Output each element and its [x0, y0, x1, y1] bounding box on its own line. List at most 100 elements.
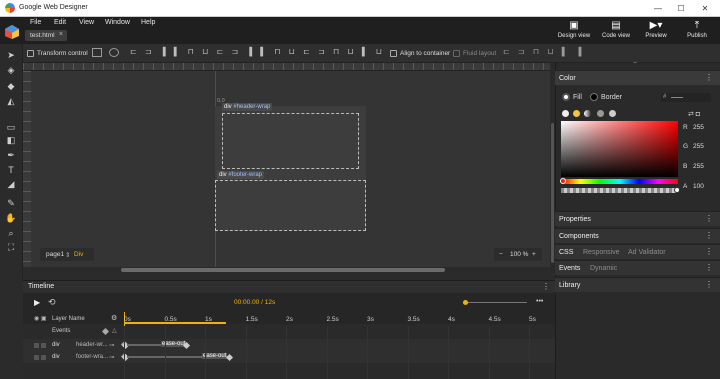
color-panel-header[interactable]: Color ⋮ — [555, 70, 720, 85]
transform-control-checkbox[interactable] — [27, 50, 34, 57]
top-ruler[interactable] — [23, 63, 550, 71]
header-wrap-element[interactable] — [222, 113, 359, 169]
zoom-in-button[interactable]: + — [532, 251, 536, 258]
timeline-zoom-handle[interactable] — [463, 300, 468, 305]
hue-slider[interactable] — [561, 179, 678, 184]
components-menu-icon[interactable]: ⋮ — [705, 231, 713, 240]
keyframe-end[interactable] — [225, 353, 234, 362]
hand-tool-icon[interactable]: ✋ — [5, 212, 17, 224]
layer-name[interactable]: header-wr... — [76, 342, 108, 348]
layer-name[interactable]: footer-wra... — [76, 354, 108, 360]
red-value[interactable]: 255 — [693, 124, 704, 131]
maximize-button[interactable]: ☐ — [674, 3, 688, 14]
design-view-button[interactable]: ▣ Design view — [557, 20, 591, 39]
preview-button[interactable]: ▶▾ Preview — [642, 20, 670, 39]
tag-tool-icon[interactable]: ▭ — [5, 121, 17, 133]
timeline-menu-icon[interactable]: ⋮ — [542, 282, 550, 291]
paint-bucket-tool-icon[interactable]: ◢ — [5, 178, 17, 190]
fill-swatch-icon[interactable] — [562, 93, 570, 101]
menu-edit[interactable]: Edit — [54, 19, 66, 26]
timeline-layer-row-footer[interactable]: div footer-wra... ⊸ ease-out — [23, 351, 555, 363]
tab-dynamic[interactable]: Dynamic — [590, 265, 617, 272]
timeline-options-icon[interactable]: ••• — [536, 298, 543, 305]
tab-responsive[interactable]: Responsive — [583, 249, 620, 256]
border-swatch-icon[interactable] — [590, 93, 598, 101]
shape-tool-icon[interactable]: ◧ — [5, 134, 17, 146]
fill-tool-icon[interactable]: ◭ — [5, 95, 17, 107]
page-switch-icon[interactable]: ⇕ — [65, 251, 70, 259]
timeline-settings-icon[interactable]: ⚙ — [111, 314, 117, 322]
tab-ad-validator[interactable]: Ad Validator — [628, 249, 666, 256]
layer-visibility-toggle[interactable] — [34, 355, 39, 360]
menu-file[interactable]: File — [30, 19, 41, 26]
color-saturation-picker[interactable] — [561, 121, 678, 177]
library-menu-icon[interactable]: ⋮ — [705, 280, 713, 289]
menu-help[interactable]: Help — [141, 19, 155, 26]
layer-link-icon[interactable]: ⊸ — [109, 353, 114, 361]
tab-events[interactable]: Events — [559, 265, 580, 272]
components-panel-header[interactable]: Components ⋮ — [555, 228, 720, 243]
vscroll-thumb[interactable] — [551, 123, 554, 263]
publish-button[interactable]: ⤒ Publish — [684, 20, 710, 39]
align-to-container-checkbox[interactable] — [390, 50, 397, 57]
zoom-tool-icon[interactable]: ⌕ — [5, 227, 17, 239]
no-color-icon[interactable] — [562, 110, 569, 117]
visibility-lock-icons[interactable]: ◉ ▣ — [34, 315, 47, 322]
properties-panel-header[interactable]: Properties ⋮ — [555, 211, 720, 226]
swatch-tools-icon[interactable]: ⇄ ◘ — [688, 110, 700, 118]
align-icons[interactable]: ⊏ ⊐ ▐ ▌ ⊓ ⊔ ⊏ ⊐ ▐ ▌ ⊓ ⊔ ⊏ ⊐ ⊓ ⊔ ▌ ⊔ — [130, 47, 385, 56]
hscroll-thumb[interactable] — [121, 268, 445, 272]
header-wrap-label[interactable]: div #header-wrap — [222, 103, 273, 111]
hex-input[interactable]: # — [661, 93, 711, 102]
fluid-layout-checkbox[interactable] — [453, 50, 460, 57]
menu-view[interactable]: View — [79, 19, 94, 26]
eyedropper-tool-icon[interactable]: ✎ — [5, 197, 17, 209]
zoom-level[interactable]: 100 % — [510, 251, 528, 258]
radial-gradient-icon[interactable] — [597, 110, 604, 117]
layer-lock-toggle[interactable] — [41, 343, 46, 348]
border-label[interactable]: Border — [601, 94, 622, 101]
page-name[interactable]: page1 — [46, 251, 64, 258]
layer-link-icon[interactable]: ⊸ — [109, 341, 114, 349]
close-window-button[interactable]: ✕ — [698, 3, 712, 14]
events-keyframe-icon[interactable] — [101, 327, 110, 336]
3d-translation-tool-icon[interactable]: ◆ — [5, 80, 17, 92]
properties-menu-icon[interactable]: ⋮ — [705, 214, 713, 223]
timeline-layer-row-header[interactable]: div header-wr... ⊸ ease-out — [23, 339, 555, 351]
linear-gradient-icon[interactable] — [584, 110, 591, 117]
solid-color-icon[interactable] — [573, 110, 580, 117]
loop-icon[interactable]: ⟲ — [48, 297, 56, 308]
layer-visibility-toggle[interactable] — [34, 343, 39, 348]
green-value[interactable]: 255 — [693, 143, 704, 150]
hue-slider-handle[interactable] — [560, 178, 566, 184]
minimize-button[interactable]: — — [651, 3, 665, 14]
document-tab-close-icon[interactable]: × — [59, 31, 63, 38]
alpha-slider-handle[interactable] — [674, 187, 680, 193]
zoom-out-button[interactable]: − — [499, 251, 503, 258]
timeline-current-time[interactable]: 00:00.00 / 12s — [234, 299, 275, 306]
image-fill-icon[interactable] — [609, 110, 616, 117]
blue-value[interactable]: 255 — [693, 163, 704, 170]
selection-tool-icon[interactable]: ➤ — [5, 49, 17, 61]
crop-tool-icon[interactable]: ⛶ — [5, 241, 17, 253]
layer-lock-toggle[interactable] — [41, 355, 46, 360]
footer-wrap-element[interactable] — [215, 180, 366, 231]
alpha-value[interactable]: 100 — [693, 183, 704, 190]
rotate-icon[interactable] — [109, 48, 119, 57]
tab-css[interactable]: CSS — [559, 249, 573, 256]
transform-box-icon[interactable] — [92, 48, 102, 57]
stage-horizontal-scrollbar[interactable] — [31, 267, 550, 273]
menu-window[interactable]: Window — [105, 19, 130, 26]
css-menu-icon[interactable]: ⋮ — [705, 247, 713, 256]
page-selector[interactable]: page1 ⇕ Div — [40, 248, 94, 261]
pen-tool-icon[interactable]: ✒ — [5, 149, 17, 161]
text-tool-icon[interactable]: T — [5, 164, 17, 176]
events-menu-icon[interactable]: ⋮ — [705, 263, 713, 272]
alpha-slider[interactable] — [561, 188, 678, 193]
play-icon[interactable]: ▶ — [34, 298, 40, 307]
footer-wrap-label[interactable]: div #footer-wrap — [217, 171, 265, 179]
timeline-zoom-slider[interactable] — [463, 302, 527, 303]
document-tab[interactable]: test.html × — [25, 30, 67, 41]
fill-label[interactable]: Fill — [573, 94, 582, 101]
3d-rotation-tool-icon[interactable]: ◈ — [5, 64, 17, 76]
